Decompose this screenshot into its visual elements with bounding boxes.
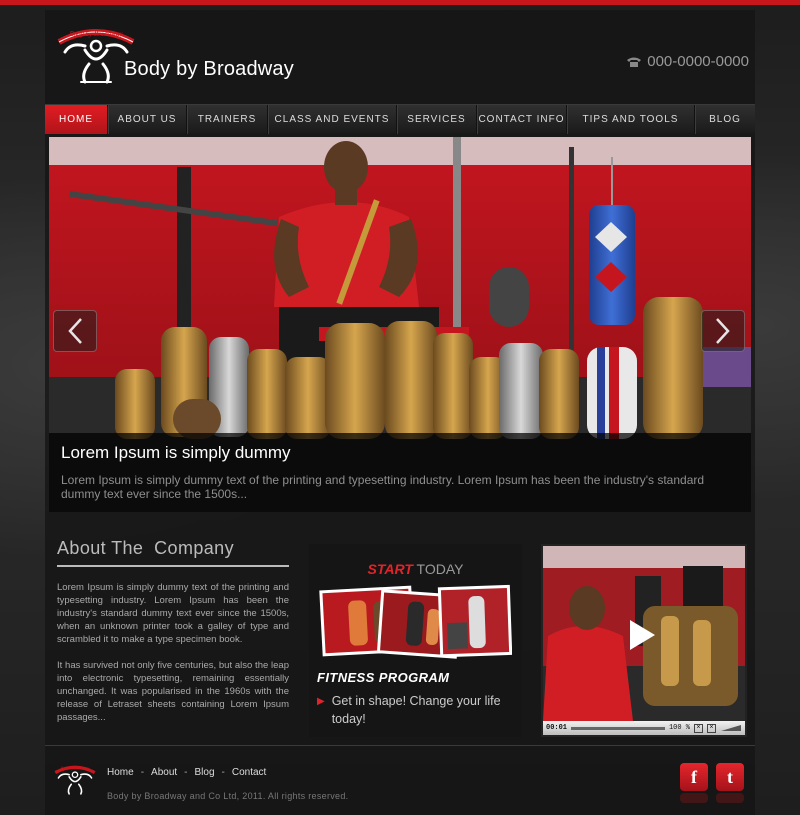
- nav-item-blog[interactable]: BLOG: [695, 105, 755, 134]
- copyright-text: Body by Broadway and Co Ltd, 2011. All r…: [107, 791, 349, 801]
- start-today-panel[interactable]: START TODAY FITNESS PROGRAM ▶ Get in sha…: [309, 544, 522, 737]
- video-seek-bar[interactable]: [571, 726, 665, 730]
- logo-text: Body by Broadway: [69, 30, 123, 38]
- facebook-icon: f: [691, 767, 697, 787]
- footer-links: Home - About - Blog - Contact: [107, 767, 266, 778]
- footer-logo[interactable]: Body by Broadway: [51, 762, 99, 797]
- about-paragraph-2: It has survived not only five centuries,…: [57, 660, 289, 723]
- close-icon[interactable]: ×: [707, 723, 716, 733]
- top-accent-bar: [0, 0, 800, 5]
- footer-link-contact[interactable]: Contact: [232, 767, 266, 778]
- nav-item-about-us[interactable]: ABOUT US: [108, 105, 187, 134]
- nav-item-class-and-events[interactable]: CLASS AND EVENTS: [268, 105, 397, 134]
- fullscreen-icon[interactable]: ×: [694, 723, 703, 733]
- footer-link-home[interactable]: Home: [107, 767, 134, 778]
- footer-separator: -: [184, 767, 188, 778]
- fitness-program-title: FITNESS PROGRAM: [317, 670, 450, 685]
- facebook-reflection: [680, 793, 708, 803]
- volume-icon[interactable]: [720, 724, 742, 732]
- video-player[interactable]: 00:01 100 % × ×: [541, 544, 747, 737]
- video-controls: 00:01 100 % × ×: [543, 721, 745, 735]
- phone-icon: [627, 57, 642, 67]
- nav-item-contact-info[interactable]: CONTACT INFO: [477, 105, 567, 134]
- page-container: Body by Broadway Body by Broadway 000-00…: [45, 10, 755, 815]
- fitness-program-link[interactable]: ▶ Get in shape! Change your life today!: [317, 692, 517, 728]
- fitness-collage-image: [319, 584, 512, 659]
- nav-item-home[interactable]: HOME: [45, 105, 108, 134]
- slider-prev-button[interactable]: [53, 310, 97, 352]
- nav-item-services[interactable]: SERVICES: [397, 105, 477, 134]
- start-today-title-highlight: START: [367, 561, 413, 577]
- about-paragraph-1: Lorem Ipsum is simply dummy text of the …: [57, 582, 289, 645]
- phone-number: 000-0000-0000: [647, 53, 749, 70]
- phone-contact: 000-0000-0000: [626, 53, 749, 70]
- nav-item-tips-and-tools[interactable]: TIPS AND TOOLS: [567, 105, 695, 134]
- chevron-left-icon: [68, 318, 82, 344]
- facebook-button[interactable]: f: [680, 763, 708, 803]
- nav-item-trainers[interactable]: TRAINERS: [187, 105, 268, 134]
- main-nav: HOME ABOUT US TRAINERS CLASS AND EVENTS …: [45, 104, 755, 134]
- twitter-icon: t: [727, 767, 733, 787]
- twitter-button[interactable]: t: [716, 763, 744, 803]
- play-icon[interactable]: [627, 618, 657, 652]
- slider-caption-text: Lorem Ipsum is simply dummy text of the …: [61, 473, 705, 501]
- about-section: About The Company Lorem Ipsum is simply …: [57, 538, 289, 724]
- start-today-title: START TODAY: [309, 561, 522, 577]
- hero-slider: Lorem Ipsum is simply dummy Lorem Ipsum …: [49, 137, 751, 512]
- footer-logo-text: Body by Broadway: [61, 766, 90, 770]
- arrow-right-icon: ▶: [317, 696, 325, 707]
- video-time: 00:01: [546, 724, 568, 732]
- footer-separator: -: [140, 767, 145, 778]
- footer-link-about[interactable]: About: [151, 767, 177, 778]
- about-heading: About The Company: [57, 538, 289, 567]
- start-today-title-rest: TODAY: [412, 561, 464, 577]
- twitter-reflection: [716, 793, 744, 803]
- slider-next-button[interactable]: [701, 310, 745, 352]
- slider-caption-title: Lorem Ipsum is simply dummy: [61, 443, 291, 462]
- chevron-right-icon: [716, 318, 730, 344]
- footer-link-blog[interactable]: Blog: [195, 767, 215, 778]
- slider-caption: Lorem Ipsum is simply dummy Lorem Ipsum …: [49, 433, 751, 512]
- footer-separator: -: [221, 767, 225, 778]
- video-volume-level: 100 %: [668, 724, 690, 732]
- fitness-program-text: Get in shape! Change your life today!: [331, 694, 501, 726]
- footer-divider: [45, 745, 755, 746]
- site-name[interactable]: Body by Broadway: [124, 58, 294, 81]
